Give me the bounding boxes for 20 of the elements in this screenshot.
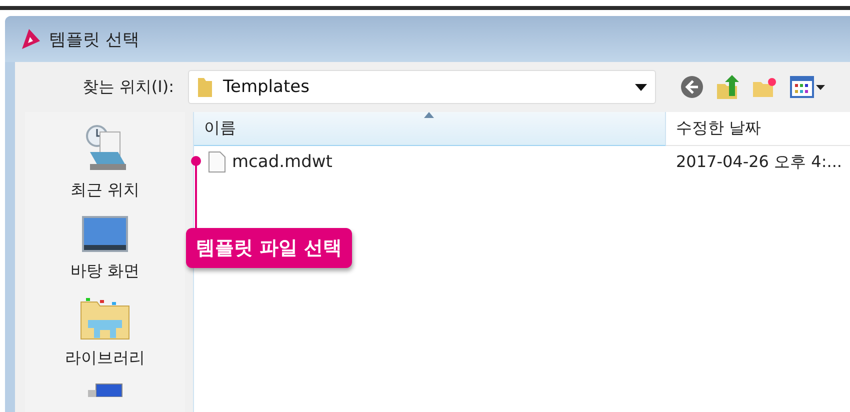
sidebar-item[interactable]: 라이브러리: [65, 296, 145, 369]
look-in-label: 찾는 위치(I):: [81, 76, 175, 98]
folder-icon: [197, 76, 213, 98]
caret-icon: [635, 84, 647, 90]
column-header[interactable]: 이름: [194, 112, 666, 146]
view-grid-icon[interactable]: [790, 76, 826, 98]
sort-arrow-icon: [424, 112, 434, 118]
look-in-dropdown[interactable]: Templates: [188, 70, 656, 104]
folder-icon: [80, 296, 130, 340]
monitor-icon: [81, 215, 129, 253]
app-logo-icon: [21, 28, 41, 50]
document-icon: [208, 151, 226, 173]
modified-date: 2017-04-26 오후 4:...: [675, 152, 843, 172]
sidebar-item[interactable]: 바탕 화면: [70, 215, 140, 282]
window-title: 템플릿 선택: [49, 28, 140, 50]
sidebar-item[interactable]: 최근 위치: [70, 124, 140, 201]
callout-label: 템플릿 파일 선택: [186, 228, 352, 268]
up-folder-icon[interactable]: [716, 74, 740, 100]
new-folder-icon[interactable]: [752, 76, 778, 98]
file-name[interactable]: mcad.mdwt: [232, 152, 332, 172]
